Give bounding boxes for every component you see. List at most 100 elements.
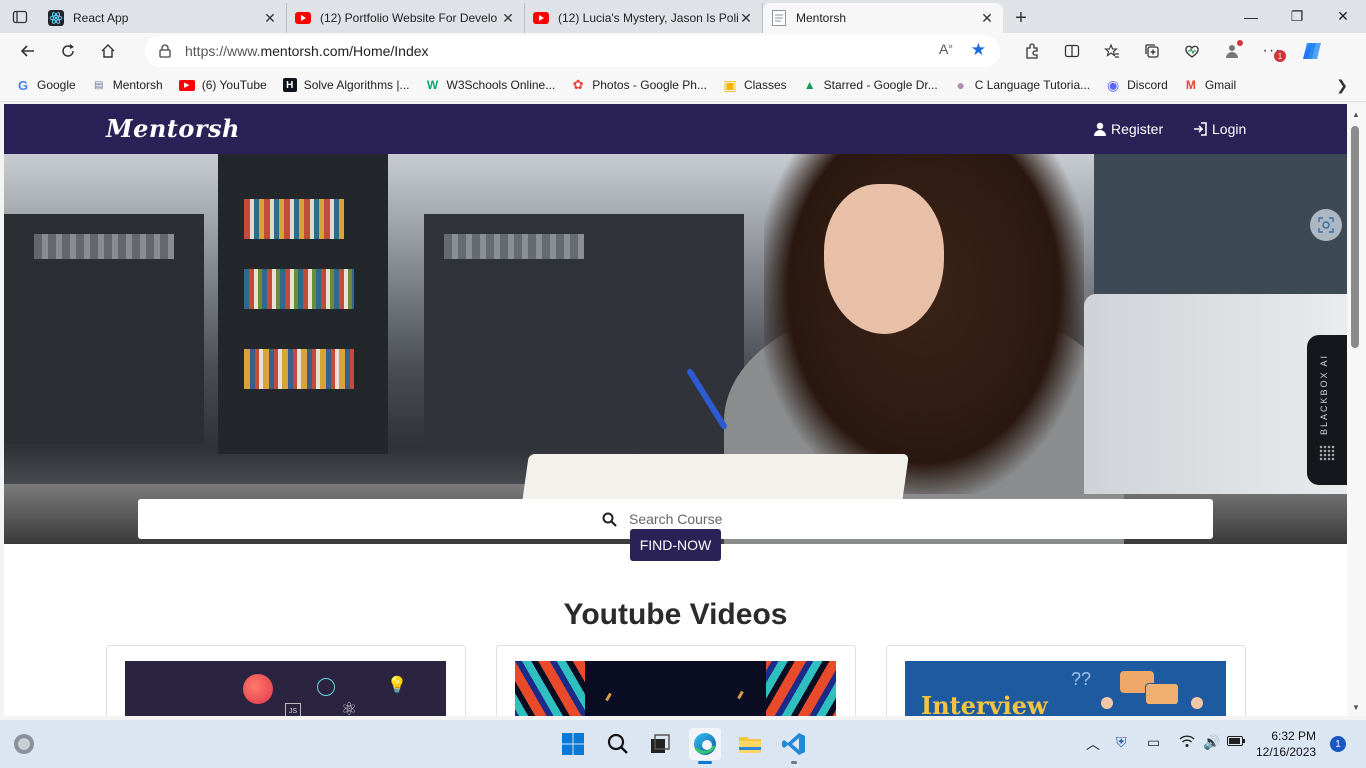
scroll-thumb[interactable]	[1351, 126, 1359, 348]
gmail-icon: M	[1185, 78, 1196, 92]
search-course-input[interactable]	[629, 511, 749, 527]
vscode-icon[interactable]	[778, 728, 810, 764]
visual-search-icon[interactable]	[1310, 209, 1342, 241]
bookmark-google-photos[interactable]: ✿ Photos - Google Ph...	[571, 77, 707, 92]
task-view-icon[interactable]	[644, 728, 676, 760]
lightbulb-icon: 💡	[387, 677, 407, 694]
bookmark-classes[interactable]: ▣ Classes	[723, 76, 786, 93]
react-icon	[48, 10, 64, 26]
bookmark-gmail[interactable]: M Gmail	[1184, 78, 1236, 92]
show-hidden-icons-icon[interactable]: ︿	[1086, 734, 1100, 754]
bookmark-google[interactable]: G Google	[16, 78, 76, 93]
close-tab-icon[interactable]: ✕	[500, 10, 516, 26]
user-icon	[1094, 122, 1106, 136]
volume-icon[interactable]: 🔊	[1203, 734, 1220, 751]
restore-icon[interactable]: ❐	[1274, 0, 1320, 33]
settings-more-icon[interactable]: ··· 1	[1252, 35, 1292, 67]
start-windows-icon[interactable]	[557, 728, 589, 760]
read-aloud-icon[interactable]: A»	[939, 41, 953, 59]
bookmark-label: Solve Algorithms |...	[303, 78, 410, 92]
split-screen-icon[interactable]	[1052, 35, 1092, 67]
bookmark-label: Photos - Google Ph...	[592, 78, 707, 92]
video-card[interactable]: JS ⚛ 💡	[106, 645, 466, 716]
find-now-button[interactable]: FIND-NOW	[630, 529, 721, 561]
search-icon	[602, 512, 617, 527]
sparkle-graphic	[605, 692, 612, 702]
minimize-icon[interactable]: —	[1228, 0, 1274, 33]
page-scrollbar[interactable]: ▲ ▼	[1347, 104, 1366, 716]
page-viewport: Mentorsh Register Login Search Course FI…	[4, 104, 1347, 716]
video-card[interactable]: Interview ??	[886, 645, 1246, 716]
video-thumbnail[interactable]	[515, 661, 836, 716]
google-photos-icon: ✿	[572, 77, 584, 92]
bookmark-hackerrank[interactable]: H Solve Algorithms |...	[282, 78, 410, 92]
notification-count-badge[interactable]: 1	[1330, 736, 1346, 752]
tab-react-app[interactable]: React App ✕	[40, 3, 287, 33]
address-bar[interactable]: https://www.mentorsh.com/Home/Index A» ★	[145, 35, 1000, 67]
lock-icon	[159, 44, 171, 58]
favorite-star-icon[interactable]: ★	[971, 41, 986, 59]
bookmark-discord[interactable]: ◉ Discord	[1106, 76, 1168, 93]
classroom-icon: ▣	[723, 76, 737, 93]
collections-icon[interactable]	[1132, 35, 1172, 67]
browser-essentials-icon[interactable]	[1172, 35, 1212, 67]
video-thumbnail[interactable]: Interview ??	[905, 661, 1226, 716]
google-drive-icon: ▲	[803, 78, 816, 92]
edge-taskbar-icon[interactable]	[689, 728, 721, 764]
system-clock[interactable]: 6:32 PM 12/16/2023	[1256, 728, 1316, 760]
tab-portfolio-video[interactable]: (12) Portfolio Website For Develo ✕	[287, 3, 525, 33]
page-icon	[771, 10, 787, 26]
login-link[interactable]: Login	[1193, 121, 1246, 137]
bookmark-w3schools[interactable]: W W3Schools Online...	[426, 78, 555, 92]
close-tab-icon[interactable]: ✕	[738, 10, 754, 26]
scroll-down-icon[interactable]: ▼	[1352, 703, 1360, 712]
widgets-weather-icon[interactable]	[8, 728, 40, 760]
display-icon[interactable]: ▭	[1147, 734, 1160, 751]
tab-actions-button[interactable]	[0, 0, 40, 33]
file-explorer-icon[interactable]	[734, 728, 766, 760]
react-icon: ⚛	[341, 699, 358, 716]
bookmark-label: C Language Tutoria...	[974, 78, 1091, 92]
chevron-right-icon[interactable]: ❯	[1336, 77, 1348, 94]
favorites-icon[interactable]	[1092, 35, 1132, 67]
close-tab-icon[interactable]: ✕	[979, 10, 995, 26]
home-icon[interactable]	[88, 35, 128, 67]
extensions-icon[interactable]	[1012, 35, 1052, 67]
battery-icon[interactable]	[1227, 734, 1245, 750]
wifi-icon[interactable]	[1179, 734, 1195, 751]
tab-lucia-video[interactable]: (12) Lucia's Mystery, Jason Is Poli ✕	[525, 3, 763, 33]
thumbnail-title: Interview	[921, 691, 1048, 716]
close-tab-icon[interactable]: ✕	[262, 10, 278, 26]
new-tab-button[interactable]: +	[1003, 3, 1039, 33]
browser-tab-strip: React App ✕ (12) Portfolio Website For D…	[0, 0, 1366, 33]
profile-icon[interactable]	[1212, 35, 1252, 67]
clock-time: 6:32 PM	[1271, 729, 1317, 743]
copilot-icon[interactable]	[1292, 35, 1332, 67]
register-link[interactable]: Register	[1093, 121, 1163, 137]
tab-mentorsh[interactable]: Mentorsh ✕	[763, 3, 1003, 33]
tab-title: React App	[73, 11, 129, 25]
windows-taskbar: ︿ ⛨ ▭ 🔊 6:32 PM 12/16/2023 1	[0, 720, 1366, 768]
bookmark-mentorsh[interactable]: ▤ Mentorsh	[92, 78, 163, 92]
student-face	[824, 184, 944, 334]
bookmark-c-language[interactable]: ● C Language Tutoria...	[954, 77, 1091, 93]
security-shield-icon[interactable]: ⛨	[1116, 734, 1127, 751]
video-card[interactable]	[496, 645, 856, 716]
discord-icon: ◉	[1107, 76, 1120, 93]
sign-in-icon	[1194, 122, 1207, 136]
close-window-icon[interactable]: ✕	[1320, 0, 1366, 33]
site-logo[interactable]: Mentorsh	[106, 114, 240, 143]
person-figure	[1191, 697, 1203, 709]
scroll-up-icon[interactable]: ▲	[1352, 110, 1360, 119]
section-title: Youtube Videos	[563, 598, 788, 631]
video-thumbnail[interactable]: JS ⚛ 💡	[125, 661, 446, 716]
back-icon[interactable]	[8, 35, 48, 67]
window-controls: — ❐ ✕	[1228, 0, 1366, 33]
blackbox-ai-widget[interactable]: BLACKBOX AI	[1307, 335, 1347, 485]
search-icon[interactable]	[602, 728, 634, 760]
bookmark-google-drive[interactable]: ▲ Starred - Google Dr...	[803, 78, 938, 92]
refresh-icon[interactable]	[48, 35, 88, 67]
bookmark-youtube[interactable]: ▶ (6) YouTube	[178, 78, 267, 92]
stripe-graphic	[766, 661, 836, 716]
hackerrank-icon: H	[282, 78, 297, 92]
